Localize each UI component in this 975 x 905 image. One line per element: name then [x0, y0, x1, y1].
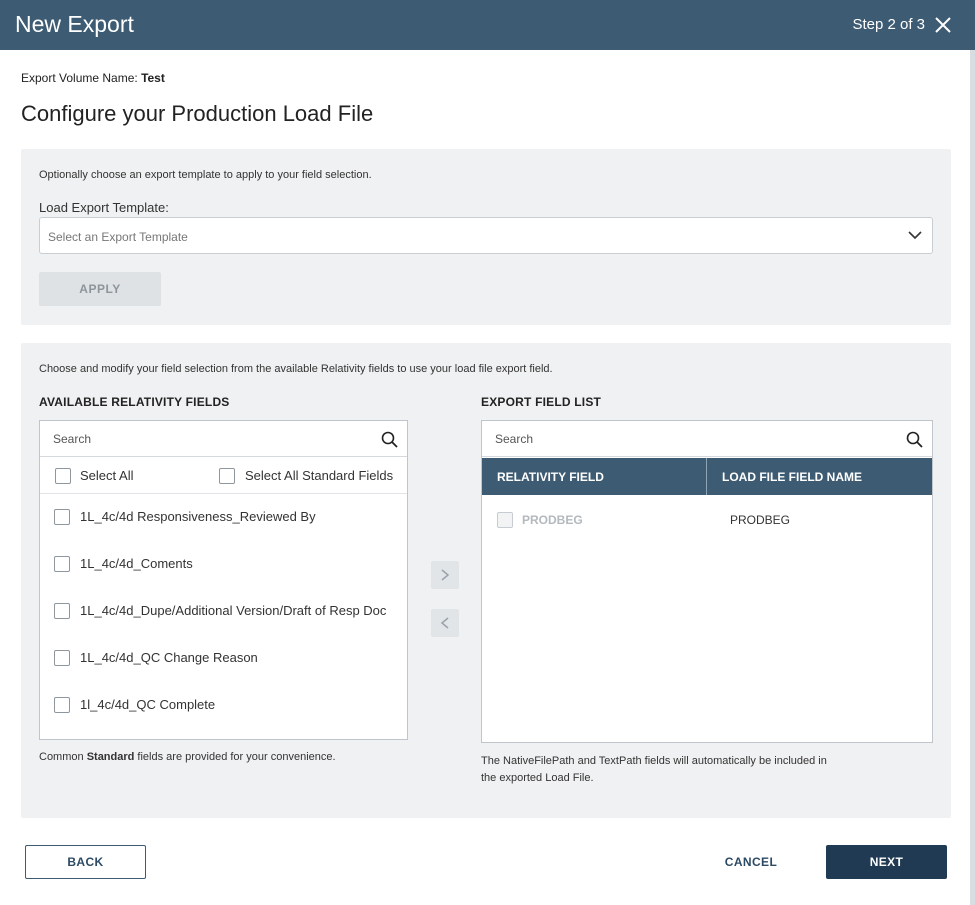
export-volume-value: Test — [141, 71, 165, 85]
search-icon[interactable] — [906, 431, 923, 448]
field-label: 1L_4c/4d_QC Change Reason — [80, 650, 258, 665]
page-title: Configure your Production Load File — [21, 101, 374, 126]
field-label: 1L_4c/4d_Coments — [80, 556, 193, 571]
scrollbar[interactable] — [970, 50, 975, 905]
field-checkbox[interactable] — [54, 509, 70, 525]
export-note-line1: The NativeFilePath and TextPath fields w… — [481, 755, 827, 767]
move-left-button[interactable] — [431, 609, 459, 637]
available-search-placeholder: Search — [53, 432, 92, 446]
search-icon[interactable] — [381, 431, 398, 448]
chevron-left-icon — [440, 617, 449, 629]
field-checkbox[interactable] — [54, 556, 70, 572]
footnote-pre: Common — [39, 751, 87, 763]
cancel-button[interactable]: CANCEL — [706, 845, 796, 879]
select-all-standard-checkbox[interactable] — [219, 468, 235, 484]
chevron-right-icon — [441, 569, 450, 581]
dialog-header: New Export Step 2 of 3 — [0, 0, 975, 50]
column-divider — [706, 458, 707, 495]
footnote-bold: Standard — [86, 751, 135, 763]
select-all-label: Select All — [80, 468, 134, 483]
export-search-placeholder: Search — [495, 432, 534, 446]
load-file-name-cell: PRODBEG — [730, 513, 791, 527]
export-field-list-box: Search RELATIVITY FIELD LOAD FILE FIELD … — [481, 420, 933, 743]
export-volume-label: Export Volume Name: — [21, 71, 138, 85]
field-checkbox[interactable] — [54, 650, 70, 666]
export-note-line2: the exported Load File. — [481, 772, 594, 784]
close-icon[interactable] — [933, 15, 953, 35]
select-all-row: Select All Select All Standard Fields — [40, 458, 407, 494]
select-all-standard-label: Select All Standard Fields — [245, 468, 394, 483]
fields-description: Choose and modify your field selection f… — [39, 363, 553, 375]
available-field-item[interactable]: 1l_4c/4d_QC Complete — [40, 689, 407, 729]
template-panel: Optionally choose an export template to … — [21, 149, 951, 325]
export-volume-name: Export Volume Name: Test — [21, 71, 165, 85]
field-checkbox[interactable] — [54, 603, 70, 619]
next-button[interactable]: NEXT — [826, 845, 947, 879]
available-field-item[interactable]: 1L_4c/4d_QC Change Reason — [40, 642, 407, 682]
column-load-file-name[interactable]: LOAD FILE FIELD NAME — [722, 470, 862, 484]
column-relativity-field[interactable]: RELATIVITY FIELD — [497, 470, 604, 484]
export-field-list-heading: EXPORT FIELD LIST — [481, 395, 602, 409]
available-search[interactable]: Search — [40, 421, 407, 457]
available-fields-heading: AVAILABLE RELATIVITY FIELDS — [39, 395, 230, 409]
dialog-title: New Export — [15, 11, 134, 37]
template-description: Optionally choose an export template to … — [39, 169, 372, 181]
field-label: 1L_4c/4d_Dupe/Additional Version/Draft o… — [80, 603, 387, 618]
field-checkbox[interactable] — [54, 697, 70, 713]
export-template-select[interactable]: Select an Export Template — [39, 217, 933, 254]
apply-button[interactable]: APPLY — [39, 272, 161, 306]
fields-panel: Choose and modify your field selection f… — [21, 343, 951, 818]
export-table-header: RELATIVITY FIELD LOAD FILE FIELD NAME — [482, 458, 932, 495]
available-field-item[interactable]: 1L_4c/4d_Coments — [40, 548, 407, 588]
available-field-item[interactable]: 1L_4c/4d Responsiveness_Reviewed By — [40, 501, 407, 541]
field-label: 1l_4c/4d_QC Complete — [80, 697, 216, 712]
field-label: 1L_4c/4d Responsiveness_Reviewed By — [80, 509, 316, 524]
available-fields-box: Search Select All Select All Standard Fi… — [39, 420, 408, 740]
table-row[interactable]: PRODBEG PRODBEG — [482, 497, 932, 543]
export-search[interactable]: Search — [482, 421, 932, 457]
export-template-placeholder: Select an Export Template — [48, 230, 188, 244]
step-indicator: Step 2 of 3 — [852, 16, 925, 33]
standard-fields-footnote: Common Standard fields are provided for … — [39, 751, 336, 763]
chevron-down-icon — [908, 231, 922, 240]
export-note: The NativeFilePath and TextPath fields w… — [481, 753, 827, 787]
row-checkbox — [497, 512, 513, 528]
move-right-button[interactable] — [431, 561, 459, 589]
select-all-checkbox[interactable] — [55, 468, 71, 484]
footnote-post: fields are provided for your convenience… — [134, 751, 336, 763]
template-label: Load Export Template: — [39, 200, 169, 215]
available-field-item[interactable]: 1L_4c/4d_Dupe/Additional Version/Draft o… — [40, 595, 407, 635]
relativity-field-cell: PRODBEG — [522, 513, 583, 527]
back-button[interactable]: BACK — [25, 845, 146, 879]
